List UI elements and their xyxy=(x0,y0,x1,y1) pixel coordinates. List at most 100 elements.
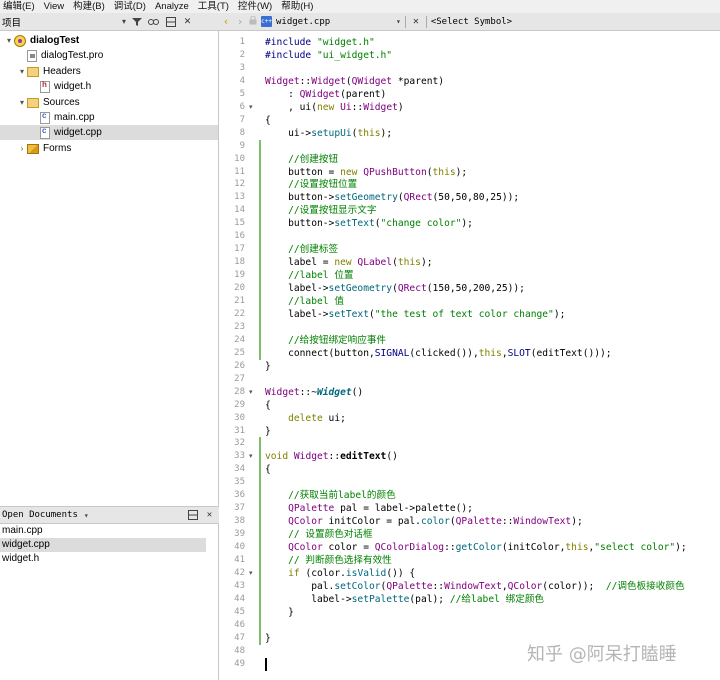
tree-item[interactable]: widget.h xyxy=(0,79,218,94)
code-text[interactable]: button->setText("change color"); xyxy=(265,217,473,230)
open-documents-dropdown-chevron-icon[interactable]: ▾ xyxy=(84,511,89,520)
back-arrow-icon[interactable]: ‹ xyxy=(219,15,233,28)
code-text[interactable]: // 设置颜色对话框 xyxy=(265,528,372,541)
code-line: 10 //创建按钮 xyxy=(219,152,720,166)
forward-arrow-icon[interactable]: › xyxy=(233,15,247,28)
code-text[interactable]: void Widget::editText() xyxy=(265,450,398,463)
line-number: 20 xyxy=(234,283,245,294)
menu-item[interactable]: 帮助(H) xyxy=(278,0,319,13)
change-marker xyxy=(259,243,261,257)
code-text[interactable]: button->setGeometry(QRect(50,50,80,25)); xyxy=(265,191,519,204)
code-text[interactable]: { xyxy=(265,114,271,127)
menu-item[interactable]: 工具(T) xyxy=(195,0,235,13)
tree-item-label: widget.h xyxy=(54,81,92,92)
code-text[interactable]: } xyxy=(265,632,271,645)
tree-item-label: Sources xyxy=(43,97,80,108)
tree-item[interactable]: › Forms xyxy=(0,141,218,156)
code-text[interactable]: //创建按钮 xyxy=(265,153,338,166)
expand-arrow-icon[interactable]: ▾ xyxy=(17,98,27,107)
code-text[interactable]: } xyxy=(265,606,294,619)
editor-toolbar: ‹ › c++ widget.cpp ▾ ✕ <Select Symbol> xyxy=(219,13,720,31)
menu-item[interactable]: Analyze xyxy=(152,0,195,13)
code-text[interactable]: QColor initColor = pal.color(QPalette::W… xyxy=(265,515,583,528)
code-text[interactable]: QPalette pal = label->palette(); xyxy=(265,502,473,515)
code-line: 20 label->setGeometry(QRect(150,50,200,2… xyxy=(219,282,720,296)
fold-arrow-icon[interactable]: ▾ xyxy=(249,567,257,580)
code-text[interactable]: //获取当前label的颜色 xyxy=(265,489,396,502)
code-line: 24 //给按钮绑定响应事件 xyxy=(219,333,720,347)
symbol-selector[interactable]: <Select Symbol> xyxy=(431,17,512,27)
menu-item[interactable]: View xyxy=(41,0,70,13)
expand-arrow-icon[interactable]: ▾ xyxy=(17,67,27,76)
close-file-icon[interactable]: ✕ xyxy=(410,16,422,27)
code-text[interactable]: //label 位置 xyxy=(265,269,353,282)
fold-arrow-icon[interactable]: ▾ xyxy=(249,450,257,463)
code-text[interactable]: label->setGeometry(QRect(150,50,200,25))… xyxy=(265,282,525,295)
code-text[interactable]: connect(button,SIGNAL(clicked()),this,SL… xyxy=(265,347,612,360)
line-number: 47 xyxy=(234,632,245,643)
code-text[interactable]: { xyxy=(265,399,271,412)
open-document-item[interactable]: widget.cpp xyxy=(0,538,206,552)
code-text[interactable]: delete ui; xyxy=(265,412,346,425)
code-text[interactable]: : QWidget(parent) xyxy=(265,88,386,101)
code-text[interactable]: QColor color = QColorDialog::getColor(in… xyxy=(265,541,687,554)
filter-icon[interactable] xyxy=(130,15,143,28)
code-text[interactable]: //创建标签 xyxy=(265,243,338,256)
tree-item[interactable]: ▾ Sources xyxy=(0,95,218,110)
projects-dropdown-chevron-icon[interactable]: ▾ xyxy=(122,17,126,26)
code-text[interactable]: Widget::~Widget() xyxy=(265,386,363,399)
line-number: 31 xyxy=(234,425,245,436)
tree-item-label: dialogTest xyxy=(30,35,80,46)
open-document-item[interactable]: widget.h xyxy=(0,552,206,566)
code-text[interactable]: #include "ui_widget.h" xyxy=(265,49,392,62)
code-text[interactable]: if (color.isValid()) { xyxy=(265,567,415,580)
menu-item[interactable]: 控件(W) xyxy=(235,0,278,13)
close-icon[interactable]: ✕ xyxy=(203,509,216,522)
expand-arrow-icon[interactable]: ▾ xyxy=(4,36,14,45)
code-line: 36 //获取当前label的颜色 xyxy=(219,489,720,503)
code-text[interactable]: ui->setupUi(this); xyxy=(265,127,392,140)
code-text[interactable]: pal.setColor(QPalette::WindowText,QColor… xyxy=(265,580,684,593)
code-text[interactable]: Widget::Widget(QWidget *parent) xyxy=(265,75,444,88)
code-text[interactable]: { xyxy=(265,463,271,476)
fold-arrow-icon[interactable]: ▾ xyxy=(249,101,257,114)
code-text[interactable]: //设置按钮位置 xyxy=(265,178,357,191)
tree-item[interactable]: ▾ Headers xyxy=(0,64,218,79)
code-text[interactable]: // 判断颜色选择有效性 xyxy=(265,554,392,567)
split-icon[interactable] xyxy=(164,15,177,28)
tree-item[interactable]: ▾ dialogTest xyxy=(0,33,218,48)
code-text[interactable]: //label 值 xyxy=(265,295,344,308)
link-icon[interactable] xyxy=(147,15,160,28)
current-file-name[interactable]: widget.cpp xyxy=(276,17,396,27)
open-document-item[interactable]: main.cpp xyxy=(0,524,206,538)
code-text[interactable]: //设置按钮显示文字 xyxy=(265,204,376,217)
expand-arrow-icon[interactable]: › xyxy=(17,144,27,153)
fold-arrow-icon[interactable]: ▾ xyxy=(249,386,257,399)
code-text[interactable]: //给按钮绑定响应事件 xyxy=(265,334,386,347)
code-line: 42 ▾ if (color.isValid()) { xyxy=(219,566,720,580)
close-icon[interactable]: ✕ xyxy=(181,15,194,28)
code-text[interactable]: label->setText("the test of text color c… xyxy=(265,308,565,321)
code-editor[interactable]: 1 #include "widget.h" 2 #include "ui_widget… xyxy=(219,31,720,680)
tree-item[interactable]: dialogTest.pro xyxy=(0,48,218,63)
split-icon[interactable] xyxy=(186,509,199,522)
code-text[interactable]: button = new QPushButton(this); xyxy=(265,166,467,179)
code-text[interactable]: } xyxy=(265,425,271,438)
code-line: 5 : QWidget(parent) xyxy=(219,88,720,101)
tree-item[interactable]: main.cpp xyxy=(0,110,218,125)
tree-item[interactable]: widget.cpp xyxy=(0,125,218,140)
change-marker xyxy=(259,541,261,555)
menu-item[interactable]: 编辑(E) xyxy=(0,0,41,13)
line-number: 40 xyxy=(234,542,245,553)
menu-item[interactable]: 调试(D) xyxy=(111,0,152,13)
tree-item-label: widget.cpp xyxy=(54,127,102,138)
line-number: 46 xyxy=(234,619,245,630)
file-dropdown-chevron-icon[interactable]: ▾ xyxy=(396,17,401,26)
code-text[interactable]: label->setPalette(pal); //给label 绑定颜色 xyxy=(265,593,544,606)
code-text[interactable]: label = new QLabel(this); xyxy=(265,256,432,269)
code-text[interactable]: , ui(new Ui::Widget) xyxy=(265,101,404,114)
code-text[interactable]: #include "widget.h" xyxy=(265,36,375,49)
code-text[interactable]: } xyxy=(265,360,271,373)
menu-item[interactable]: 构建(B) xyxy=(70,0,111,13)
change-marker xyxy=(259,566,261,580)
